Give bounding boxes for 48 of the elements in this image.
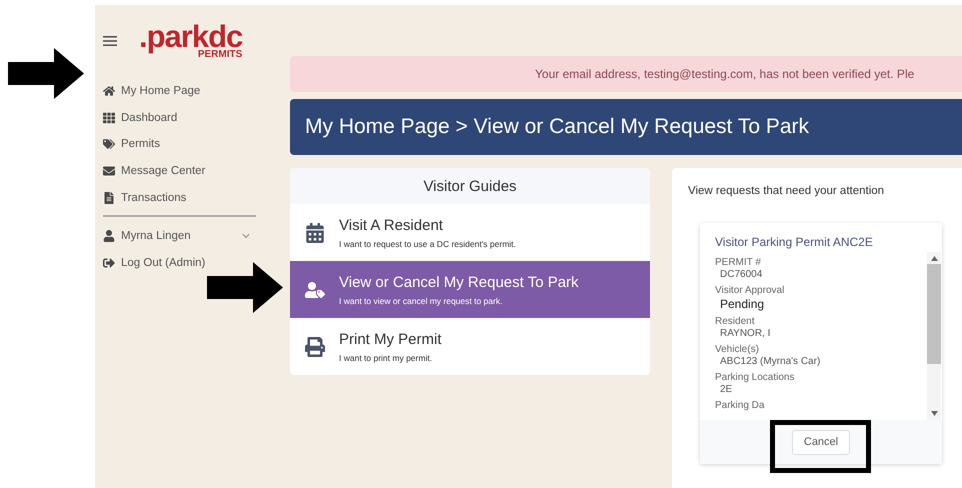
arrow-icon [206, 262, 284, 313]
option-description: I want to request to use a DC resident's permit. [339, 238, 516, 248]
field-value: RAYNOR, I [719, 328, 772, 339]
user-tag-icon [305, 280, 325, 300]
field-value: ABC123 (Myrna's Car) [719, 356, 822, 367]
option-description: I want to print my permit. [339, 352, 434, 362]
tags-icon [103, 138, 115, 150]
grid-icon [103, 112, 115, 124]
printer-icon [305, 336, 325, 356]
panel-heading: View requests that need your attention [688, 185, 886, 197]
scroll-down-icon[interactable] [930, 411, 938, 416]
card-title: Visitor Guides [290, 168, 650, 204]
sidebar-link[interactable]: Myrna Lingen [103, 222, 280, 250]
permit-title: Visitor Parking Permit ANC2E [714, 234, 874, 249]
menu-icon[interactable] [103, 36, 117, 46]
user-icon [103, 230, 115, 242]
sidebar-link[interactable]: Permits [103, 131, 280, 158]
field-label: Parking Da [715, 400, 766, 411]
field-label: Vehicle(s) [715, 344, 760, 355]
home-icon [103, 85, 115, 98]
logout-icon [103, 256, 115, 269]
logo-wordmark: .parkdc [139, 21, 242, 52]
sidebar-link[interactable]: Transactions [103, 184, 280, 211]
envelope-icon [103, 165, 115, 178]
sidebar-link[interactable]: Dashboard [103, 104, 280, 132]
cancel-button[interactable]: Cancel [792, 430, 850, 454]
scroll-up-icon[interactable] [930, 256, 938, 261]
verification-alert: Your email address, testing@testing.com, has not been verified yet. Ple [290, 56, 962, 92]
field-value: DC76004 [719, 269, 764, 280]
field-label: Resident [715, 316, 756, 327]
option-description: I want to view or cancel my request to park. [339, 296, 504, 306]
option-title: Print My Permit [339, 330, 442, 348]
option-title: Visit A Resident [339, 216, 444, 234]
sidebar-link[interactable]: My Home Page [103, 78, 280, 105]
sidebar-link[interactable]: Message Center [103, 158, 280, 184]
page-title: My Home Page > View or Cancel My Request To Park [290, 99, 962, 155]
sidebar-link[interactable]: Log Out (Admin) [103, 250, 280, 276]
scrollbar[interactable] [927, 252, 941, 420]
field-label: PERMIT # [715, 257, 762, 268]
field-value: 2E [719, 384, 734, 395]
calendar-icon [305, 222, 325, 242]
field-label: Parking Locations [715, 372, 796, 383]
document-icon [103, 192, 115, 204]
option-title: View or Cancel My Request To Park [339, 274, 579, 290]
field-label: Visitor Approval [715, 285, 786, 296]
field-value: Pending [719, 297, 766, 311]
guide-option[interactable]: View or Cancel My Request To Park I want to view or cancel my request to park. [290, 261, 650, 318]
arrow-icon [8, 48, 84, 99]
